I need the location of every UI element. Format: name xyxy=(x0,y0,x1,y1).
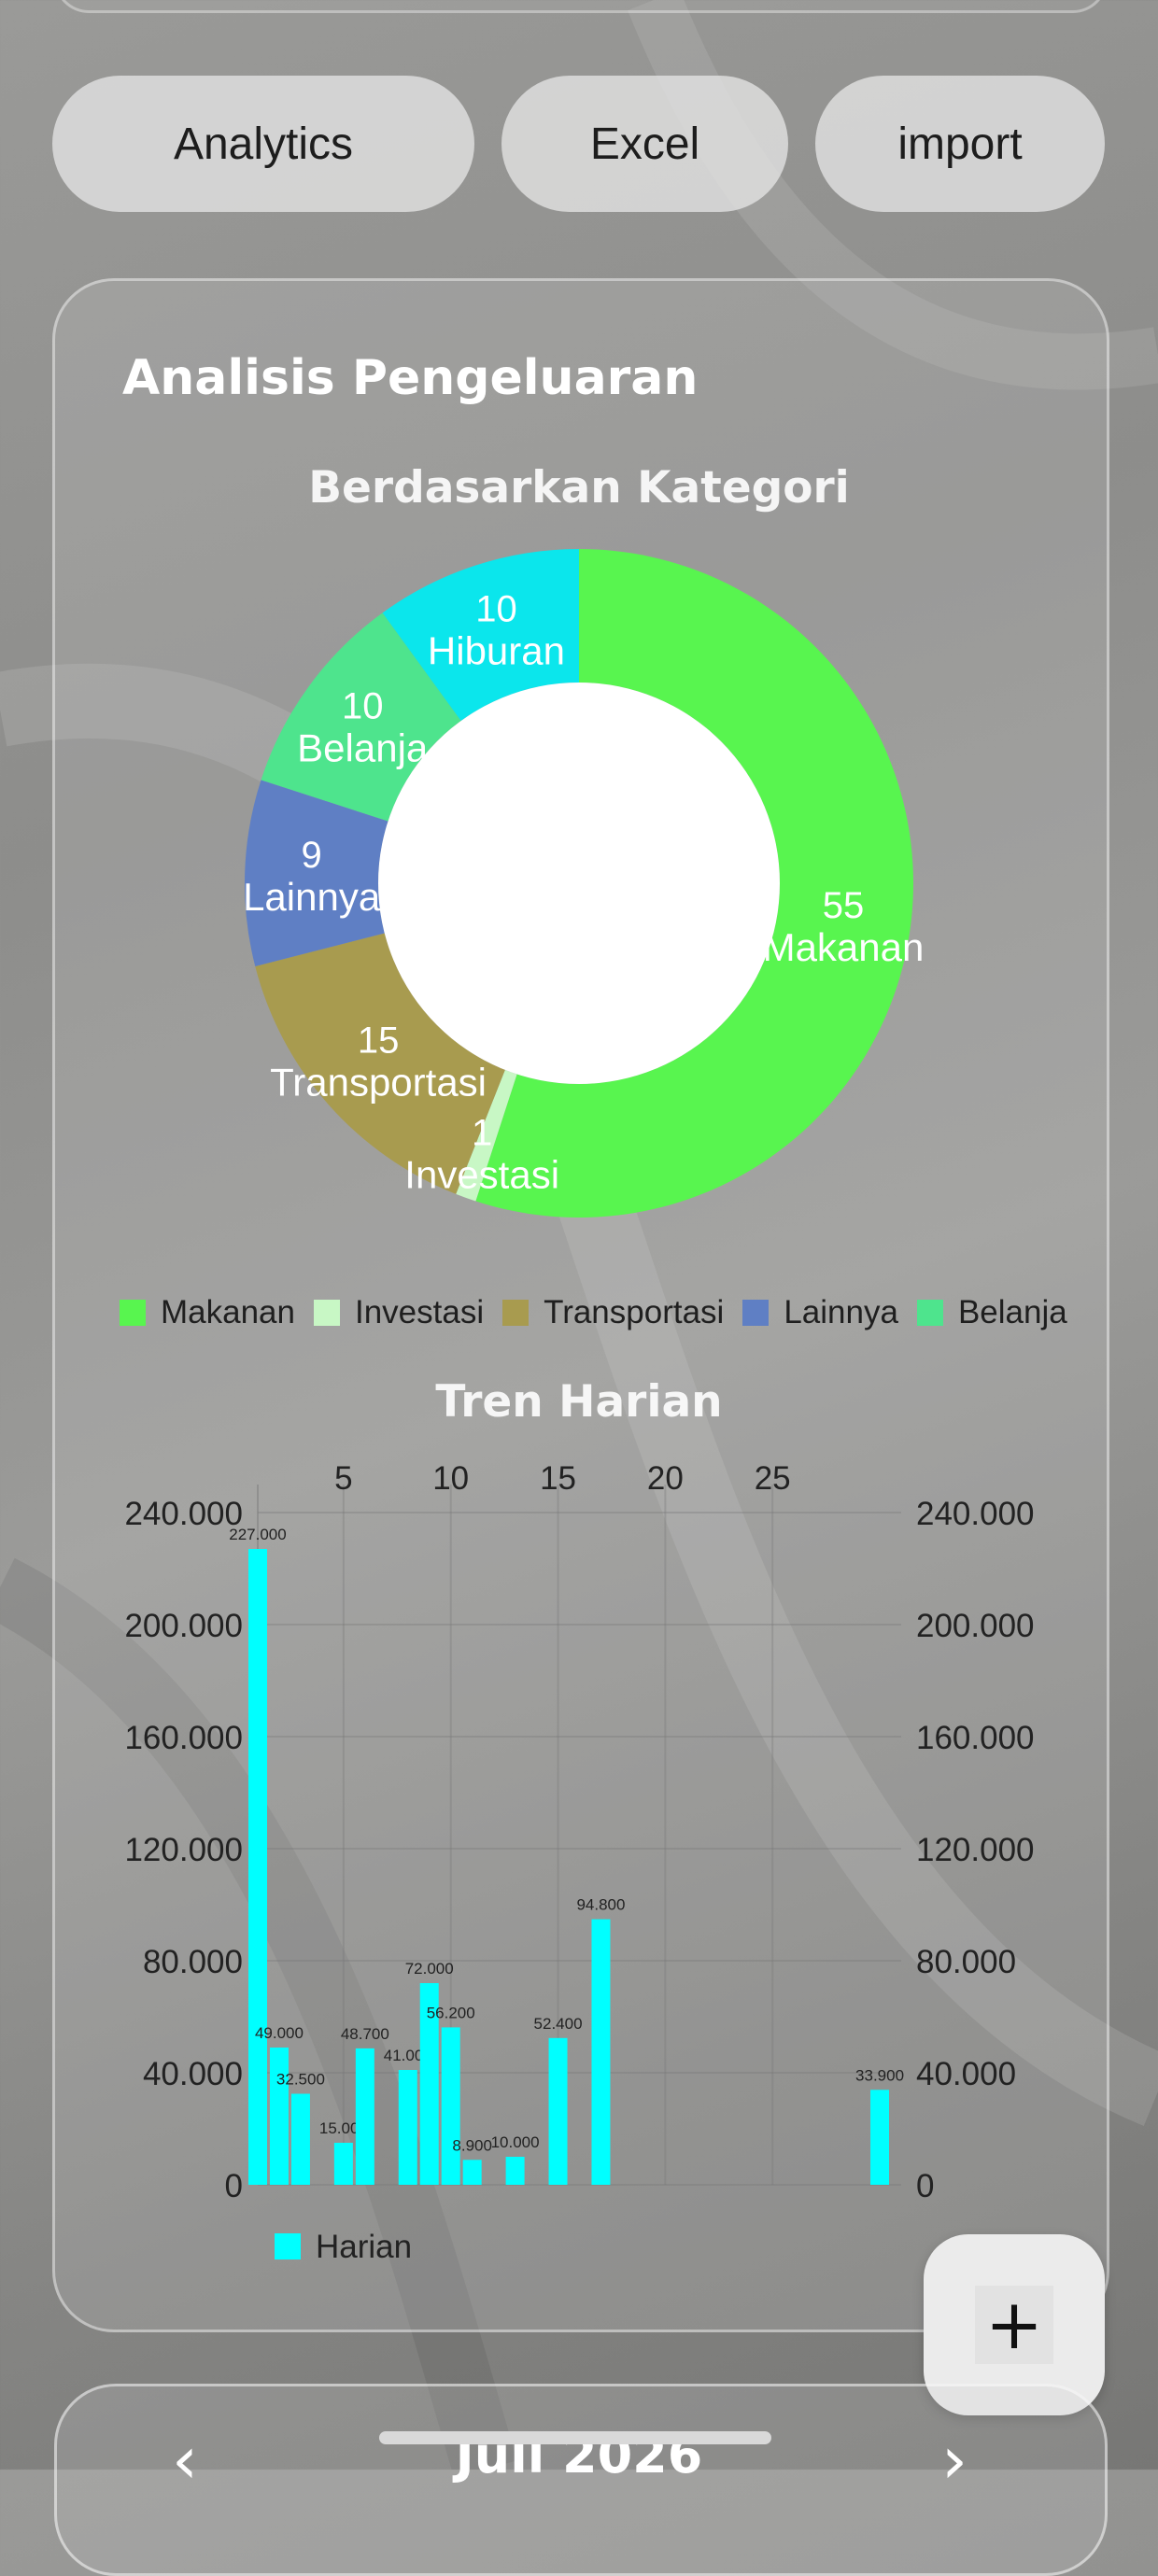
bar-day-11 xyxy=(462,2160,482,2185)
legend-label-harian: Harian xyxy=(316,2229,412,2265)
pie-category-label-hiburan: Hiburan xyxy=(428,629,565,673)
bar-value-label: 56.200 xyxy=(427,2004,475,2021)
legend-swatch-transportasi xyxy=(502,1300,530,1326)
legend-swatch-investasi xyxy=(313,1300,340,1326)
bar-value-label: 32.500 xyxy=(276,2071,325,2089)
import-button-label: import xyxy=(897,119,1023,169)
excel-button-label: Excel xyxy=(589,119,700,169)
pie-value-label-belanja: 10 xyxy=(342,686,384,727)
pie-category-label-lainnya: Lainnya xyxy=(243,875,381,919)
y-tick-label-right: 80.000 xyxy=(916,1944,1016,1980)
y-tick-label-left: 160.000 xyxy=(124,1720,243,1756)
category-chart-title: Berdasarkan Kategori xyxy=(308,462,850,514)
bar-day-6 xyxy=(355,2048,374,2185)
bar-day-30 xyxy=(870,2090,890,2185)
legend-item-investasi: Investasi xyxy=(313,1294,485,1331)
legend-item-lainnya: Lainnya xyxy=(742,1294,898,1331)
legend-label-lainnya: Lainnya xyxy=(784,1294,898,1330)
chevron-right-icon[interactable]: › xyxy=(941,2428,967,2493)
legend-swatch-lainnya xyxy=(742,1300,770,1326)
legend-label-makanan: Makanan xyxy=(161,1294,295,1330)
analytics-button[interactable]: Analytics xyxy=(52,76,474,212)
import-button[interactable]: import xyxy=(815,76,1105,212)
y-tick-label-left: 0 xyxy=(225,2168,243,2204)
bar-value-label: 227.000 xyxy=(229,1526,286,1543)
pie-category-label-transportasi: Transportasi xyxy=(270,1060,487,1104)
pie-category-label-makanan: Makanan xyxy=(763,925,925,969)
bar-day-15 xyxy=(548,2037,568,2185)
y-tick-label-right: 160.000 xyxy=(916,1720,1035,1756)
bar-value-label: 8.900 xyxy=(452,2136,492,2154)
bar-value-label: 49.000 xyxy=(255,2024,304,2042)
category-legend: Makanan Investasi Transportasi Lainnya B… xyxy=(120,1294,1086,1331)
x-tick-label: 10 xyxy=(432,1460,469,1497)
legend-item-belanja: Belanja xyxy=(916,1294,1067,1331)
legend-swatch-belanja xyxy=(916,1300,943,1326)
bar-value-label: 52.400 xyxy=(534,2015,583,2033)
bar-value-label: 48.700 xyxy=(341,2025,389,2043)
pie-value-label-lainnya: 9 xyxy=(302,835,322,876)
x-tick-label: 5 xyxy=(334,1460,352,1497)
bar-value-label: 10.000 xyxy=(491,2133,540,2151)
top-card xyxy=(54,0,1108,13)
pie-value-label-makanan: 55 xyxy=(823,885,865,926)
bar-day-8 xyxy=(398,2070,417,2185)
card-title: Analisis Pengeluaran xyxy=(122,350,699,406)
bar-value-label: 33.900 xyxy=(855,2066,904,2084)
daily-chart-title: Tren Harian xyxy=(435,1376,723,1428)
home-indicator xyxy=(379,2431,771,2444)
legend-item-transportasi: Transportasi xyxy=(502,1294,724,1331)
y-tick-label-left: 80.000 xyxy=(143,1944,243,1980)
x-tick-label: 25 xyxy=(755,1460,791,1497)
bar-value-label: 72.000 xyxy=(405,1960,454,1978)
y-tick-label-right: 200.000 xyxy=(916,1608,1035,1644)
legend-label-transportasi: Transportasi xyxy=(544,1294,725,1330)
legend-label-investasi: Investasi xyxy=(354,1294,485,1330)
bar-value-label: 94.800 xyxy=(576,1896,625,1914)
y-tick-label-right: 0 xyxy=(916,2168,934,2204)
pie-value-label-investasi: 1 xyxy=(472,1112,492,1153)
y-tick-label-right: 120.000 xyxy=(916,1832,1035,1868)
bar-day-10 xyxy=(441,2027,460,2185)
pie-value-label-transportasi: 15 xyxy=(358,1020,400,1061)
bar-day-13 xyxy=(505,2157,525,2185)
pie-category-label-investasi: Investasi xyxy=(404,1152,559,1196)
legend-item-makanan: Makanan xyxy=(120,1294,295,1331)
category-donut-chart: 55Makanan 1Investasi 15Transportasi 9Lainny… xyxy=(243,549,925,1218)
bar-day-3 xyxy=(290,2093,310,2185)
y-tick-label-right: 240.000 xyxy=(916,1496,1035,1532)
y-tick-label-left: 200.000 xyxy=(124,1608,243,1644)
legend-swatch-harian xyxy=(275,2233,301,2259)
bar-day-1 xyxy=(248,1549,267,2185)
bar-day-5 xyxy=(333,2143,353,2185)
y-tick-label-left: 120.000 xyxy=(124,1832,243,1868)
pie-value-label-hiburan: 10 xyxy=(475,589,517,630)
daily-bar-chart: 0 0 40.000 40.000 80.000 80.000 120.000 120.000… xyxy=(124,1460,1035,2265)
excel-button[interactable]: Excel xyxy=(501,76,788,212)
analytics-button-label: Analytics xyxy=(173,119,354,169)
pie-category-label-belanja: Belanja xyxy=(297,726,429,770)
y-tick-label-right: 40.000 xyxy=(916,2056,1016,2092)
donut-center xyxy=(378,683,780,1084)
y-tick-label-left: 240.000 xyxy=(124,1496,243,1532)
plus-icon: + xyxy=(975,2286,1053,2364)
legend-swatch-makanan xyxy=(120,1300,146,1326)
bar-day-17 xyxy=(591,1919,611,2185)
y-tick-label-left: 40.000 xyxy=(143,2056,243,2092)
x-tick-label: 15 xyxy=(540,1460,576,1497)
bar-day-2 xyxy=(269,2048,289,2185)
legend-label-belanja: Belanja xyxy=(957,1294,1067,1330)
x-tick-label: 20 xyxy=(647,1460,684,1497)
